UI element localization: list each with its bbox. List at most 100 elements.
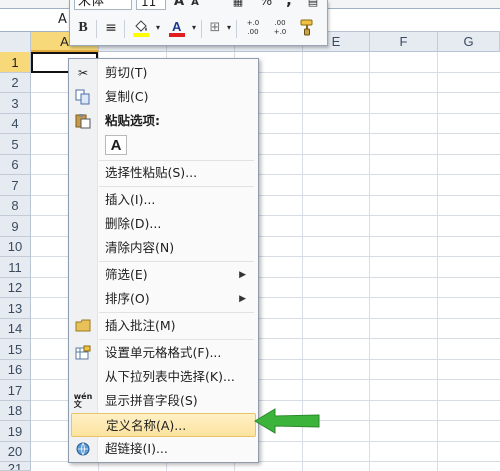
- row-header-7[interactable]: 7: [0, 175, 31, 196]
- menu-item-label: 从下拉列表中选择(K)...: [105, 369, 235, 384]
- format-painter-top-icon[interactable]: ▤: [304, 0, 322, 10]
- borders-dropdown-icon[interactable]: ▾: [225, 18, 233, 38]
- submenu-arrow-icon: ▶: [239, 270, 246, 280]
- font-color-icon: A: [169, 19, 185, 37]
- paste-icon: [75, 113, 91, 129]
- row-header-18[interactable]: 18: [0, 401, 31, 421]
- row-header-13[interactable]: 13: [0, 298, 31, 319]
- row-header-12[interactable]: 12: [0, 278, 31, 298]
- menu-item-sort[interactable]: 排序(O) ▶: [71, 287, 256, 311]
- row-header-6[interactable]: 6: [0, 155, 31, 175]
- decrease-decimal-button[interactable]: .00 +.0: [268, 18, 292, 39]
- menu-item-label: 粘贴选项:: [105, 113, 160, 128]
- menu-item-label: 插入批注(M): [105, 318, 176, 333]
- menu-item-show-phonetic[interactable]: wén 文 显示拼音字段(S): [71, 389, 256, 413]
- fill-bucket-icon: [133, 20, 149, 37]
- menu-item-label: 删除(D)...: [105, 216, 162, 231]
- toolbar-separator: [236, 20, 237, 38]
- format-painter-button[interactable]: [296, 18, 318, 38]
- row-header-20[interactable]: 20: [0, 442, 31, 462]
- menu-item-label: 排序(O): [105, 291, 150, 306]
- menu-item-format-cells[interactable]: 设置单元格格式(F)...: [71, 341, 256, 365]
- phonetic-icon: wén 文: [73, 392, 93, 409]
- center-align-icon[interactable]: ≡: [102, 18, 120, 38]
- menu-item-label: 显示拼音字段(S): [105, 393, 198, 408]
- menu-item-cut[interactable]: ✂ 剪切(T): [71, 61, 256, 85]
- mini-toolbar: 宋体 11 A A ▦ % , ▤ B ≡ ▾ A ▾ ⊞ ▾ +.0 .00 …: [69, 0, 328, 46]
- menu-item-label: 剪切(T): [105, 65, 148, 80]
- row-header-3[interactable]: 3: [0, 93, 31, 114]
- font-name-box[interactable]: 宋体: [74, 0, 132, 10]
- shrink-font-button[interactable]: A: [189, 0, 201, 10]
- menu-separator: [99, 186, 254, 187]
- bold-button[interactable]: B: [74, 18, 92, 38]
- submenu-arrow-icon: ▶: [239, 294, 246, 304]
- menu-separator: [99, 261, 254, 262]
- grid-line: [369, 52, 370, 471]
- row-header-10[interactable]: 10: [0, 237, 31, 257]
- column-header-g[interactable]: G: [438, 32, 500, 52]
- menu-item-label: 定义名称(A)...: [106, 418, 187, 433]
- menu-item-paste-options: 粘贴选项:: [71, 109, 256, 133]
- row-header-8[interactable]: 8: [0, 196, 31, 216]
- menu-item-clear-contents[interactable]: 清除内容(N): [71, 236, 256, 260]
- menu-item-pick-from-list[interactable]: 从下拉列表中选择(K)...: [71, 365, 256, 389]
- format-cells-icon: [75, 345, 91, 361]
- increase-decimal-button[interactable]: +.0 .00: [241, 18, 265, 39]
- row-header-5[interactable]: 5: [0, 134, 31, 155]
- context-menu: ✂ 剪切(T) 复制(C) 粘贴选项: A 选择性粘贴(S)... 插入(I).…: [68, 58, 259, 463]
- row-header-19[interactable]: 19: [0, 421, 31, 442]
- menu-item-hyperlink[interactable]: 超链接(I)...: [71, 437, 256, 461]
- row-header-17[interactable]: 17: [0, 380, 31, 401]
- toolbar-separator: [201, 20, 202, 38]
- menu-item-insert[interactable]: 插入(I)...: [71, 188, 256, 212]
- menu-item-copy[interactable]: 复制(C): [71, 85, 256, 109]
- svg-text:A: A: [172, 19, 182, 34]
- hyperlink-icon: [75, 441, 91, 457]
- row-header-4[interactable]: 4: [0, 114, 31, 134]
- font-color-dropdown-icon[interactable]: ▾: [190, 18, 198, 38]
- font-color-button[interactable]: A: [166, 18, 188, 38]
- menu-separator: [99, 312, 254, 313]
- menu-separator: [99, 339, 254, 340]
- menu-item-label: 筛选(E): [105, 267, 148, 282]
- paste-values-icon[interactable]: A: [105, 135, 127, 155]
- comment-icon: [75, 318, 91, 334]
- row-header-9[interactable]: 9: [0, 216, 31, 237]
- menu-item-define-name[interactable]: 定义名称(A)...: [71, 413, 256, 437]
- formula-input[interactable]: [300, 8, 500, 31]
- row-header-21[interactable]: 21: [0, 462, 31, 471]
- row-header-2[interactable]: 2: [0, 73, 31, 93]
- menu-item-label: 设置单元格格式(F)...: [105, 345, 222, 360]
- percent-button[interactable]: %: [258, 0, 274, 10]
- fill-color-button[interactable]: [130, 18, 152, 38]
- menu-item-delete[interactable]: 删除(D)...: [71, 212, 256, 236]
- grid-line: [437, 52, 438, 471]
- row-header-11[interactable]: 11: [0, 257, 31, 278]
- menu-item-insert-comment[interactable]: 插入批注(M): [71, 314, 256, 338]
- borders-icon[interactable]: ⊞: [206, 18, 224, 38]
- menu-item-label: 插入(I)...: [105, 192, 156, 207]
- scissors-icon: ✂: [77, 66, 89, 80]
- copy-icon: [75, 89, 91, 105]
- row-header-15[interactable]: 15: [0, 339, 31, 360]
- toolbar-separator: [124, 20, 125, 38]
- accounting-format-icon[interactable]: ▦: [230, 0, 246, 10]
- select-all-corner[interactable]: [0, 32, 31, 53]
- comma-style-button[interactable]: ,: [283, 0, 295, 8]
- menu-item-paste-special[interactable]: 选择性粘贴(S)...: [71, 161, 256, 185]
- name-box-value: A: [58, 12, 67, 27]
- row-header-1[interactable]: 1: [0, 52, 31, 73]
- font-size-box[interactable]: 11: [136, 0, 166, 10]
- green-arrow-annotation: [254, 408, 320, 434]
- row-header-14[interactable]: 14: [0, 319, 31, 339]
- row-header-16[interactable]: 16: [0, 360, 31, 380]
- fill-color-dropdown-icon[interactable]: ▾: [154, 18, 162, 38]
- menu-item-label: 选择性粘贴(S)...: [105, 165, 198, 180]
- menu-item-filter[interactable]: 筛选(E) ▶: [71, 263, 256, 287]
- column-header-f[interactable]: F: [370, 32, 438, 52]
- menu-item-label: 复制(C): [105, 89, 149, 104]
- grow-font-button[interactable]: A: [172, 0, 186, 10]
- menu-item-label: 超链接(I)...: [105, 441, 168, 456]
- toolbar-separator: [96, 20, 97, 38]
